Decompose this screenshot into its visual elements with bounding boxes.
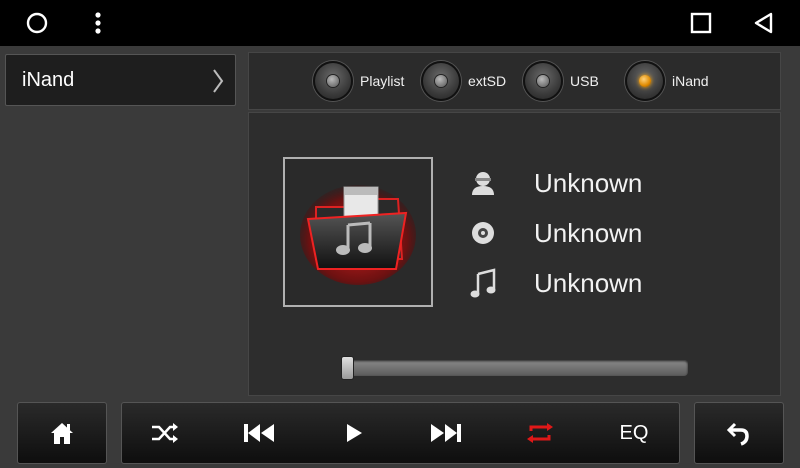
radio-knob-icon	[421, 61, 461, 101]
album-row: Unknown	[468, 213, 642, 253]
square-icon[interactable]	[686, 0, 716, 46]
shuffle-icon[interactable]	[140, 402, 190, 464]
skip-previous-icon[interactable]	[234, 402, 284, 464]
eq-label: EQ	[619, 421, 649, 444]
home-icon[interactable]	[17, 402, 107, 464]
album-art	[283, 157, 433, 307]
skip-next-icon[interactable]	[421, 402, 471, 464]
sidebar-item-label: iNand	[22, 68, 75, 91]
tab-label: Playlist	[360, 73, 405, 89]
sidebar-item-inand[interactable]: iNand	[5, 54, 236, 106]
back-triangle-icon[interactable]	[748, 0, 778, 46]
tab-playlist[interactable]: Playlist	[313, 58, 404, 104]
more-vertical-icon[interactable]	[88, 0, 108, 46]
undo-icon[interactable]	[694, 402, 784, 464]
tab-usb[interactable]: USB	[523, 58, 599, 104]
eq-button[interactable]: EQ	[608, 402, 660, 464]
source-tabs: Playlist extSD USB iNand	[248, 52, 781, 110]
seek-bar[interactable]	[344, 360, 688, 376]
tab-label: extSD	[468, 73, 507, 89]
music-folder-icon	[300, 185, 416, 285]
tab-label: USB	[570, 73, 599, 89]
chevron-right-icon	[211, 68, 225, 99]
person-icon	[468, 168, 498, 198]
playback-controls	[121, 402, 680, 464]
disc-icon	[468, 218, 498, 248]
tab-extsd[interactable]: extSD	[421, 58, 506, 104]
radio-knob-icon	[523, 61, 563, 101]
status-bar	[0, 0, 800, 46]
tab-label: iNand	[672, 73, 709, 89]
tab-inand[interactable]: iNand	[625, 58, 709, 104]
seek-thumb[interactable]	[342, 357, 353, 379]
music-note-icon	[468, 268, 498, 298]
radio-knob-icon	[625, 61, 665, 101]
title-row: Unknown	[468, 263, 642, 303]
album-text: Unknown	[534, 217, 643, 248]
radio-knob-icon	[313, 61, 353, 101]
artist-row: Unknown	[468, 163, 642, 203]
source-list-panel: iNand	[0, 46, 244, 398]
circle-icon[interactable]	[22, 0, 52, 46]
title-text: Unknown	[534, 267, 643, 298]
artist-text: Unknown	[534, 167, 643, 198]
repeat-icon[interactable]	[515, 402, 565, 464]
play-icon[interactable]	[329, 402, 379, 464]
